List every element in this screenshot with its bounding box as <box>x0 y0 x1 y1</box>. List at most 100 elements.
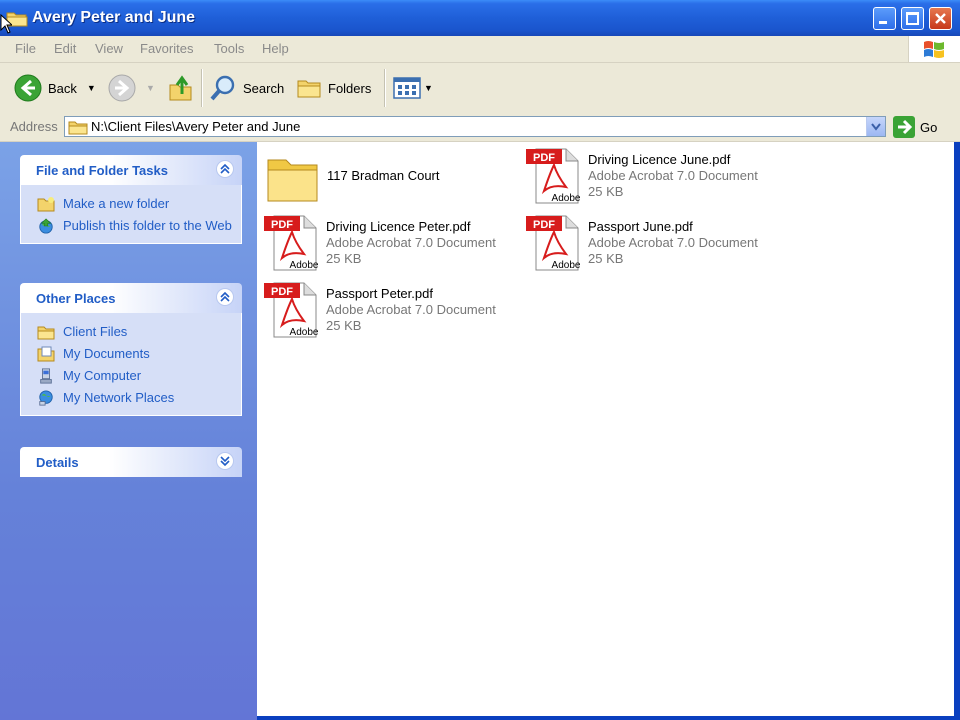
my-documents-link[interactable]: My Documents <box>21 343 241 365</box>
place-label: My Computer <box>63 368 142 383</box>
toolbar: Back ▼ ▼ Search Folders ▼ <box>0 63 960 114</box>
panel-title: Details <box>36 455 79 470</box>
file-type: Adobe Acrobat 7.0 Document <box>588 235 758 250</box>
task-label: Publish this folder to the Web <box>63 218 232 233</box>
adobe-label: Adobe <box>552 193 581 204</box>
back-dropdown-icon[interactable]: ▼ <box>87 83 96 93</box>
panel-header[interactable]: Details <box>20 447 242 477</box>
collapse-icon[interactable] <box>216 160 234 178</box>
place-label: Client Files <box>63 324 128 339</box>
minimize-icon <box>879 21 887 24</box>
expand-icon[interactable] <box>216 452 234 470</box>
go-label: Go <box>920 119 938 135</box>
go-button[interactable]: Go <box>893 116 937 138</box>
search-label: Search <box>243 80 285 96</box>
details-panel: Details <box>20 447 242 477</box>
adobe-label: Adobe <box>290 327 319 338</box>
other-places-panel: Other Places Client Files My Documents M… <box>20 283 242 416</box>
place-label: My Network Places <box>63 390 175 405</box>
toolbar-separator <box>201 69 203 107</box>
title-bar[interactable]: Avery Peter and June <box>0 0 960 36</box>
menu-help[interactable]: Help <box>262 41 289 56</box>
menu-view[interactable]: View <box>95 41 123 56</box>
collapse-icon[interactable] <box>216 288 234 306</box>
windows-logo <box>908 36 960 62</box>
panel-header[interactable]: File and Folder Tasks <box>20 155 242 185</box>
folders-icon <box>297 80 321 98</box>
explorer-window: Avery Peter and June File Edit View Favo… <box>0 0 960 720</box>
menu-tools[interactable]: Tools <box>214 41 244 56</box>
network-places-icon <box>39 390 53 406</box>
file-name: 117 Bradman Court <box>327 168 440 183</box>
panel-header[interactable]: Other Places <box>20 283 242 313</box>
adobe-label: Adobe <box>290 260 319 271</box>
new-folder-icon <box>37 197 55 212</box>
file-size: 25 KB <box>326 318 362 333</box>
pdf-file-item[interactable]: PDF Adobe Driving Licence June.pdf Adobe… <box>526 147 786 209</box>
address-path: N:\Client Files\Avery Peter and June <box>91 119 301 134</box>
search-button[interactable]: Search <box>209 71 284 105</box>
menu-favorites[interactable]: Favorites <box>140 41 193 56</box>
forward-arrow-icon <box>108 74 136 102</box>
pdf-badge: PDF <box>533 219 555 231</box>
window-title: Avery Peter and June <box>32 9 196 26</box>
go-arrow-icon <box>893 116 915 138</box>
file-name: Passport June.pdf <box>588 219 693 234</box>
adobe-label: Adobe <box>552 260 581 271</box>
address-label: Address <box>10 119 58 134</box>
my-network-places-link[interactable]: My Network Places <box>21 387 241 409</box>
window-frame-bottom <box>257 716 960 720</box>
pdf-file-item[interactable]: PDF Adobe Passport June.pdf Adobe Acroba… <box>526 214 786 276</box>
menu-edit[interactable]: Edit <box>54 41 76 56</box>
close-button[interactable] <box>929 7 952 30</box>
file-name: Driving Licence June.pdf <box>588 152 731 167</box>
maximize-button[interactable] <box>901 7 924 30</box>
toolbar-separator <box>384 69 386 107</box>
search-icon <box>210 75 235 101</box>
chevron-down-icon <box>871 123 881 131</box>
folder-icon <box>37 326 55 340</box>
folder-item[interactable]: 117 Bradman Court <box>265 150 525 212</box>
folders-button[interactable]: Folders <box>296 71 371 105</box>
make-new-folder-link[interactable]: Make a new folder <box>21 193 241 215</box>
file-name: Passport Peter.pdf <box>326 286 433 301</box>
panel-body: Client Files My Documents My Computer My… <box>20 313 242 416</box>
back-button[interactable]: Back ▼ <box>14 71 96 105</box>
pdf-file-item[interactable]: PDF Adobe Passport Peter.pdf Adobe Acrob… <box>264 281 524 343</box>
file-type: Adobe Acrobat 7.0 Document <box>326 302 496 317</box>
up-folder-button[interactable] <box>168 71 194 105</box>
task-pane: File and Folder Tasks Make a new folder <box>0 142 257 720</box>
folder-icon <box>267 159 318 202</box>
file-size: 25 KB <box>326 251 362 266</box>
file-type: Adobe Acrobat 7.0 Document <box>588 168 758 183</box>
panel-title: Other Places <box>36 291 116 306</box>
back-arrow-icon <box>14 74 42 102</box>
pdf-badge: PDF <box>271 286 293 298</box>
client-files-link[interactable]: Client Files <box>21 321 241 343</box>
file-size: 25 KB <box>588 251 624 266</box>
views-dropdown-icon[interactable]: ▼ <box>424 83 433 93</box>
pdf-file-item[interactable]: PDF Adobe Driving Licence Peter.pdf Adob… <box>264 214 524 276</box>
panel-title: File and Folder Tasks <box>36 163 168 178</box>
publish-web-icon <box>39 218 53 234</box>
forward-dropdown-icon[interactable]: ▼ <box>146 83 155 93</box>
file-list-view[interactable]: 117 Bradman Court PDF Adobe Driving Lice… <box>257 142 954 716</box>
menu-file[interactable]: File <box>15 41 36 56</box>
pdf-file-icon: PDF Adobe <box>264 282 319 338</box>
my-documents-icon <box>37 346 55 362</box>
file-size: 25 KB <box>588 184 624 199</box>
back-label: Back <box>48 80 77 96</box>
publish-folder-link[interactable]: Publish this folder to the Web <box>21 215 241 237</box>
my-computer-link[interactable]: My Computer <box>21 365 241 387</box>
address-input[interactable]: N:\Client Files\Avery Peter and June <box>64 116 886 137</box>
address-dropdown-button[interactable] <box>866 117 885 136</box>
minimize-button[interactable] <box>873 7 896 30</box>
pdf-badge: PDF <box>533 152 555 164</box>
windows-flag-icon <box>924 41 944 58</box>
task-label: Make a new folder <box>63 196 170 211</box>
folder-icon <box>68 121 88 135</box>
panel-body: Make a new folder Publish this folder to… <box>20 185 242 244</box>
views-button[interactable]: ▼ <box>393 71 433 105</box>
my-computer-icon <box>40 368 52 384</box>
forward-button[interactable]: ▼ <box>108 71 155 105</box>
